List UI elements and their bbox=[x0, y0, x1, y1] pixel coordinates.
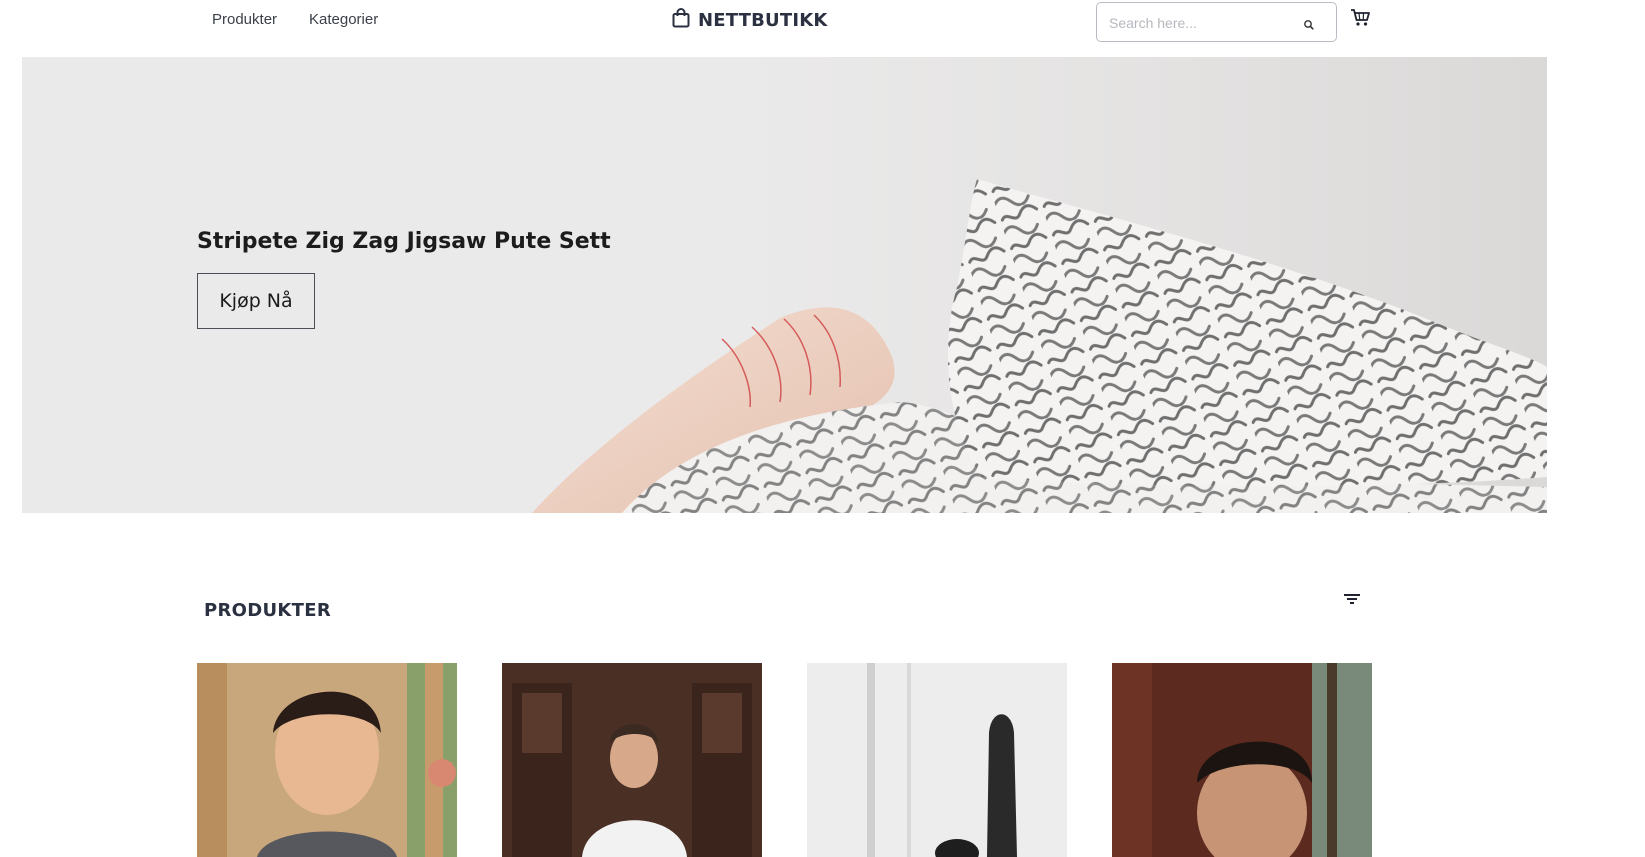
nav-link-kategorier[interactable]: Kategorier bbox=[309, 10, 378, 30]
products-title: PRODUKTER bbox=[204, 600, 331, 621]
product-image bbox=[197, 663, 457, 857]
filter-icon[interactable] bbox=[1343, 591, 1361, 607]
search-icon[interactable] bbox=[1301, 16, 1317, 32]
shopping-bag-icon bbox=[672, 8, 690, 33]
product-card[interactable] bbox=[502, 663, 762, 857]
product-card[interactable] bbox=[1112, 663, 1372, 857]
nav-link-produkter[interactable]: Produkter bbox=[212, 10, 277, 30]
product-card[interactable] bbox=[807, 663, 1067, 857]
buy-now-button[interactable]: Kjøp Nå bbox=[197, 273, 315, 329]
search-input[interactable] bbox=[1109, 12, 1289, 34]
search-box bbox=[1096, 2, 1337, 42]
cart-icon[interactable] bbox=[1350, 8, 1372, 28]
hero-banner: Stripete Zig Zag Jigsaw Pute Sett Kjøp N… bbox=[22, 57, 1547, 513]
site-header: Produkter Kategorier NETTBUTIKK bbox=[0, 0, 1645, 57]
product-image bbox=[807, 663, 1067, 857]
hero-title: Stripete Zig Zag Jigsaw Pute Sett bbox=[197, 229, 611, 254]
product-image bbox=[502, 663, 762, 857]
site-logo[interactable]: NETTBUTIKK bbox=[672, 8, 828, 33]
logo-text: NETTBUTIKK bbox=[698, 10, 828, 31]
product-image bbox=[1112, 663, 1372, 857]
product-card[interactable] bbox=[197, 663, 457, 857]
